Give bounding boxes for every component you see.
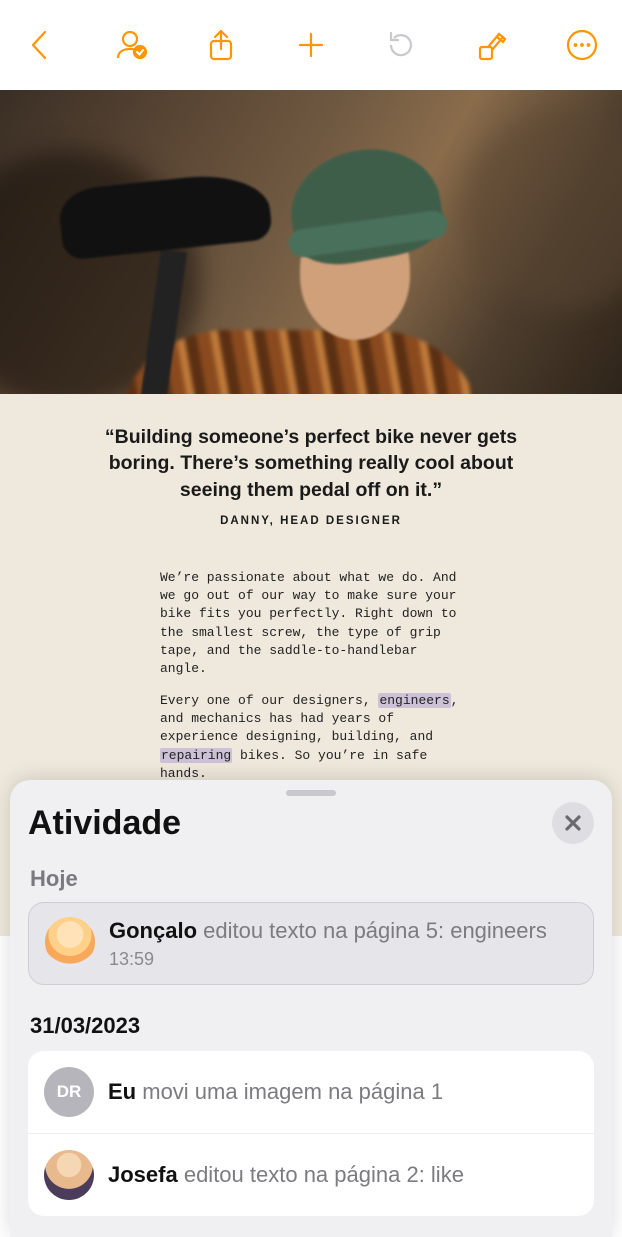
format-button[interactable] <box>470 23 514 67</box>
activity-entry-selected[interactable]: Gonçalo editou texto na página 5: engine… <box>28 902 594 985</box>
insert-button[interactable] <box>289 23 333 67</box>
activity-entry[interactable]: DR Eu movi uma imagem na página 1 <box>28 1051 594 1133</box>
activity-sheet: Atividade Hoje Gonçalo editou texto na p… <box>10 780 612 1237</box>
hero-image <box>0 90 622 394</box>
activity-entry-text: Gonçalo editou texto na página 5: engine… <box>109 917 577 945</box>
undo-button[interactable] <box>379 23 423 67</box>
avatar <box>44 1150 94 1200</box>
quote-attribution[interactable]: DANNY, HEAD DESIGNER <box>0 515 622 563</box>
group-label-today: Hoje <box>30 866 592 892</box>
activity-list: DR Eu movi uma imagem na página 1 Josefa… <box>28 1051 594 1216</box>
tracked-change-engineers[interactable]: engineers <box>378 693 450 708</box>
toolbar <box>0 0 622 90</box>
activity-entry-text: Josefa editou texto na página 2: like <box>108 1161 578 1189</box>
back-button[interactable] <box>18 23 62 67</box>
activity-action: editou texto na página 2: like <box>178 1162 464 1187</box>
activity-title: Atividade <box>28 804 181 843</box>
activity-author: Josefa <box>108 1162 178 1187</box>
activity-time: 13:59 <box>109 949 577 970</box>
more-button[interactable] <box>560 23 604 67</box>
sheet-grabber[interactable] <box>286 790 336 796</box>
paragraph-2[interactable]: Every one of our designers, engineers, a… <box>160 692 462 783</box>
activity-entry[interactable]: Josefa editou texto na página 2: like <box>28 1133 594 1216</box>
activity-author: Eu <box>108 1079 136 1104</box>
close-button[interactable] <box>552 802 594 844</box>
avatar <box>45 917 95 967</box>
activity-entry-text: Eu movi uma imagem na página 1 <box>108 1078 578 1106</box>
group-label-date: 31/03/2023 <box>30 1013 592 1039</box>
pull-quote[interactable]: “Building someone’s perfect bike never g… <box>0 394 622 515</box>
activity-action: editou texto na página 5: engineers <box>197 918 547 943</box>
avatar: DR <box>44 1067 94 1117</box>
activity-action: movi uma imagem na página 1 <box>136 1079 443 1104</box>
paragraph-1[interactable]: We’re passionate about what we do. And w… <box>160 569 462 678</box>
tracked-change-repairing[interactable]: repairing <box>160 748 232 763</box>
collaboration-button[interactable] <box>108 23 152 67</box>
text-run: Every one of our designers, <box>160 693 378 708</box>
share-button[interactable] <box>199 23 243 67</box>
activity-author: Gonçalo <box>109 918 197 943</box>
